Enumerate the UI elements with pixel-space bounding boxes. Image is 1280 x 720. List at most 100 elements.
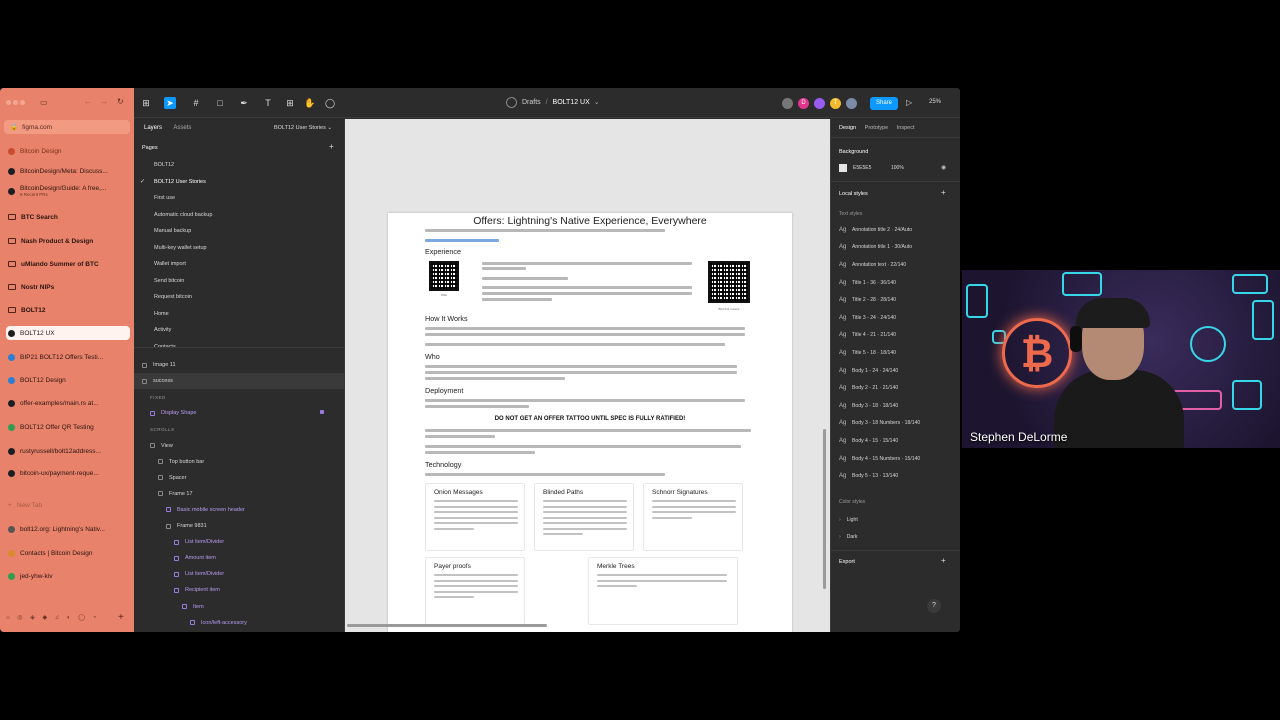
canvas[interactable]: Offers: Lightning's Native Experience, E…: [345, 119, 830, 632]
color-style-item[interactable]: › Light: [839, 511, 954, 529]
lock-icon[interactable]: [320, 410, 324, 414]
layer-row[interactable]: Spacer: [134, 470, 344, 486]
new-tab-button[interactable]: + New Tab: [6, 498, 130, 512]
sidebar-toggle-icon[interactable]: ▭: [40, 98, 48, 107]
file-name[interactable]: BOLT12 UX: [553, 99, 590, 106]
text-style-item[interactable]: Ag Body 3 - 18 Numbers · 18/140: [839, 415, 954, 433]
background-hex[interactable]: E5E5E5: [853, 165, 871, 171]
share-button[interactable]: Share: [870, 97, 898, 110]
eye-icon[interactable]: ◉: [941, 164, 946, 171]
background-opacity[interactable]: 100%: [891, 165, 904, 171]
folder-item[interactable]: Nostr NIPs: [6, 280, 130, 294]
page-item[interactable]: Activity: [134, 322, 344, 338]
folder-item[interactable]: BTC Search: [6, 210, 130, 224]
tab-prototype[interactable]: Prototype: [865, 125, 889, 131]
document-frame[interactable]: Offers: Lightning's Native Experience, E…: [388, 213, 792, 632]
sidebar-tab[interactable]: jed-yhw-kiv: [6, 569, 130, 583]
present-icon[interactable]: ▷: [906, 98, 912, 107]
text-style-item[interactable]: Ag Body 2 - 21 · 21/140: [839, 379, 954, 397]
add-export-icon[interactable]: +: [941, 556, 946, 565]
breadcrumb-drafts[interactable]: Drafts: [522, 99, 541, 106]
chevron-down-icon[interactable]: ⌄: [594, 99, 600, 106]
text-style-item[interactable]: Ag Body 4 - 15 Numbers · 15/140: [839, 450, 954, 468]
sidebar-tab[interactable]: rustyrussell/bolt12address...: [6, 444, 130, 458]
folder-item[interactable]: Nash Product & Design: [6, 234, 130, 248]
text-tool-icon[interactable]: T: [262, 97, 274, 109]
forward-icon[interactable]: →: [100, 97, 108, 106]
text-style-item[interactable]: Ag Body 3 - 18 · 18/140: [839, 397, 954, 415]
sidebar-tab[interactable]: bitcoin-ux/payment-reque...: [6, 466, 130, 480]
sidebar-tab[interactable]: bolt12.org: Lightning's Nativ...: [6, 522, 130, 536]
layer-row[interactable]: Image 11: [134, 357, 344, 373]
tab-group[interactable]: Bitcoin Design: [6, 144, 130, 158]
text-style-item[interactable]: Ag Annotation title 2 · 24/Auto: [839, 221, 954, 239]
text-style-item[interactable]: Ag Body 1 - 24 · 24/140: [839, 362, 954, 380]
collaborator-avatar[interactable]: [782, 98, 793, 109]
text-style-item[interactable]: Ag Title 2 - 28 · 28/140: [839, 291, 954, 309]
vertical-scrollbar[interactable]: [823, 429, 826, 589]
window-controls[interactable]: [6, 100, 30, 106]
page-item[interactable]: Wallet import: [134, 256, 344, 272]
layer-row[interactable]: Item: [134, 599, 344, 615]
page-item[interactable]: Home: [134, 306, 344, 322]
text-style-item[interactable]: Ag Title 1 - 36 · 36/140: [839, 274, 954, 292]
layer-row[interactable]: Frame 17: [134, 486, 344, 502]
folder-item[interactable]: BOLT12: [6, 303, 130, 317]
text-style-item[interactable]: Ag Body 5 - 13 · 13/140: [839, 467, 954, 485]
pen-tool-icon[interactable]: ✒: [238, 97, 250, 109]
tab-design[interactable]: Design: [839, 125, 856, 131]
text-style-item[interactable]: Ag Annotation title 1 · 30/Auto: [839, 239, 954, 257]
color-style-item[interactable]: › Dark: [839, 528, 954, 546]
tab-layers[interactable]: Layers: [144, 125, 162, 131]
sidebar-tab[interactable]: offer-examples/main.rs at...: [6, 396, 130, 410]
text-style-item[interactable]: Ag Title 4 - 21 · 21/140: [839, 327, 954, 345]
text-style-item[interactable]: Ag Title 3 - 24 · 24/140: [839, 309, 954, 327]
layer-row[interactable]: Top button bar: [134, 454, 344, 470]
back-icon[interactable]: ←: [84, 97, 92, 106]
text-style-item[interactable]: Ag Title 5 - 18 · 18/140: [839, 344, 954, 362]
hand-tool-icon[interactable]: ✋: [304, 97, 316, 109]
add-page-icon[interactable]: +: [329, 142, 334, 151]
page-item[interactable]: BOLT12: [134, 157, 344, 173]
layer-row[interactable]: Amount item: [134, 550, 344, 566]
frame-tool-icon[interactable]: #: [190, 97, 202, 109]
sidebar-tab[interactable]: BitcoinDesign/Guide: A free,... 8 Recent …: [6, 184, 130, 198]
layer-row[interactable]: Frame 9831: [134, 518, 344, 534]
sidebar-footer-icons[interactable]: ⌂ ◎ ◈ ◆ ♫ ◐ ◯ ◔: [6, 614, 99, 621]
horizontal-scrollbar[interactable]: [347, 624, 547, 627]
page-item[interactable]: Request bitcoin: [134, 289, 344, 305]
collaborator-avatar[interactable]: D: [798, 98, 809, 109]
tab-inspect[interactable]: Inspect: [897, 125, 915, 131]
layer-row[interactable]: Recipient item: [134, 582, 344, 598]
sidebar-tab[interactable]: BOLT12 Design: [6, 373, 130, 387]
text-style-item[interactable]: Ag Annotation text · 22/140: [839, 256, 954, 274]
sidebar-tab[interactable]: Contacts | Bitcoin Design: [6, 546, 130, 560]
sidebar-tab[interactable]: BOLT12 Offer QR Testing: [6, 420, 130, 434]
resources-icon[interactable]: ⊞: [284, 97, 296, 109]
page-item[interactable]: First use: [134, 190, 344, 206]
layer-row[interactable]: View: [134, 438, 344, 454]
comment-tool-icon[interactable]: ◯: [324, 97, 336, 109]
sidebar-tab[interactable]: BIP21 BOLT12 Offers Testi...: [6, 350, 130, 364]
sidebar-tab[interactable]: BitcoinDesign/Meta: Discuss...: [6, 164, 130, 178]
tab-assets[interactable]: Assets: [173, 125, 191, 131]
url-bar[interactable]: 🔒 figma.com: [4, 120, 130, 134]
layer-row[interactable]: Basic mobile screen header: [134, 502, 344, 518]
collaborator-avatar[interactable]: [846, 98, 857, 109]
layer-row[interactable]: List item/Divider: [134, 566, 344, 582]
collaborator-avatar[interactable]: [814, 98, 825, 109]
sidebar-tab[interactable]: BOLT12 UX: [6, 326, 130, 340]
page-item[interactable]: Manual backup: [134, 223, 344, 239]
page-item[interactable]: Send bitcoin: [134, 273, 344, 289]
layer-row[interactable]: Icon/left-accessory: [134, 615, 344, 631]
page-item[interactable]: ✓ BOLT12 User Stories: [134, 174, 344, 190]
text-style-item[interactable]: Ag Body 4 - 15 · 15/140: [839, 432, 954, 450]
collaborator-avatar[interactable]: T: [830, 98, 841, 109]
background-swatch[interactable]: [839, 164, 847, 172]
layer-row[interactable]: List item/Divider: [134, 534, 344, 550]
shape-tool-icon[interactable]: □: [214, 97, 226, 109]
page-item[interactable]: Automatic cloud backup: [134, 207, 344, 223]
add-tab-icon[interactable]: +: [118, 612, 124, 623]
add-style-icon[interactable]: +: [941, 188, 946, 197]
page-select[interactable]: BOLT12 User Stories ⌄: [274, 125, 332, 131]
